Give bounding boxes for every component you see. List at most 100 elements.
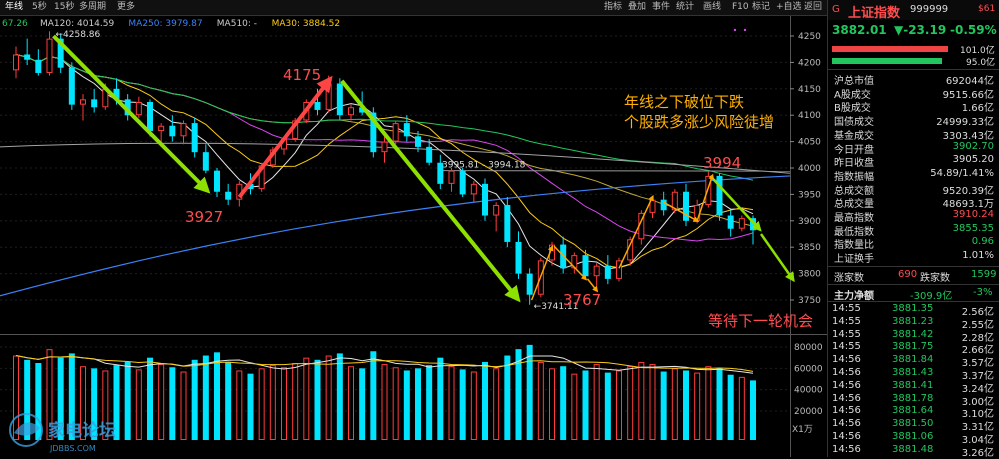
candle-body-up	[158, 125, 165, 132]
volume-bar-up	[571, 373, 578, 440]
volume-bar-up	[158, 364, 165, 441]
range-label: 3995.81 - 3994.18	[442, 161, 526, 171]
chart-panel[interactable]: 年线 5秒 15秒 多周期 更多 指标 叠加 事件 统计 画线 F10 标记 +…	[0, 0, 827, 457]
stat-row: 指数量比 0.96	[828, 236, 999, 251]
volume-bar-up	[638, 361, 645, 440]
volume-axis-label: 40000	[794, 386, 823, 396]
candle-body-up	[470, 183, 477, 195]
tick-row: 14:55 3881.23 2.55亿	[828, 315, 999, 331]
volume-bar-up	[448, 366, 455, 441]
volume-bar-down	[750, 380, 756, 440]
stat-row: 总成交量 48693.1万	[828, 195, 999, 210]
stat-value: 3902.70	[952, 140, 994, 152]
candle-body-down	[314, 102, 321, 110]
candle-body-up	[448, 170, 455, 184]
ma-legend-item: MA510: -	[217, 19, 257, 29]
candle-body-up	[135, 102, 142, 116]
volume-bar-down	[314, 359, 321, 440]
candle-body-down	[336, 83, 343, 116]
tick-time: 14:55	[832, 328, 861, 340]
stat-value: 3855.35	[952, 222, 994, 234]
volume-bar-down	[370, 351, 377, 440]
index-name: 上证指数	[848, 6, 901, 21]
candle-body-up	[180, 123, 187, 137]
volume-bar-up	[616, 370, 622, 441]
price-axis-label: 3750	[798, 296, 821, 306]
tick-price: 3881.78	[892, 392, 934, 404]
flag-badge: G	[832, 4, 840, 15]
price-axis-label: 3950	[798, 190, 821, 200]
volume-bar-up	[281, 367, 287, 440]
fund-flow-pct: -3%	[973, 287, 993, 298]
volume-bar-down	[604, 372, 611, 440]
candle-body-down	[459, 170, 466, 195]
volume-bar-down	[359, 368, 366, 440]
volume-bar-up	[180, 371, 187, 440]
candle-body-down	[727, 215, 734, 229]
candle-body-down	[225, 191, 232, 200]
comment-risk-rising: 个股跌多涨少风险徒增	[624, 113, 774, 131]
price-axis-label: 4100	[798, 111, 821, 121]
volume-bar-down	[147, 357, 153, 440]
quote-title-bar: G 上证指数 999999 $61	[828, 0, 999, 21]
candle-body-up	[593, 265, 600, 277]
index-code: 999999	[910, 4, 949, 15]
candle-body-up	[694, 204, 701, 221]
volume-axis-label: 60000	[794, 364, 823, 374]
candlestick-chart[interactable]: 67.26 MA120: 4014.59 MA250: 3979.87 MA510: …	[0, 0, 827, 457]
candle-body-up	[381, 141, 388, 153]
volume-bar-up	[738, 376, 745, 441]
candle-body-down	[24, 54, 31, 60]
candle-body-up	[46, 38, 53, 73]
tick-time: 14:56	[832, 431, 861, 442]
tick-price: 3881.23	[892, 315, 934, 327]
volume-bar-up	[671, 368, 678, 441]
volume-bar-up	[537, 361, 544, 440]
volume-bar-down	[459, 369, 466, 440]
volume-bar-down	[202, 355, 209, 440]
tick-row: 14:56 3881.78 3.00亿	[828, 392, 999, 408]
candle-body-down	[91, 99, 98, 108]
fund-flow-label: 主力净额	[834, 291, 874, 302]
candle-body-down	[35, 59, 42, 73]
volume-axis-label: 20000	[794, 407, 823, 417]
volume-bar-up	[258, 368, 265, 441]
watermark-subtext: JDBBS.COM	[49, 444, 96, 453]
tick-price: 3881.41	[892, 379, 934, 391]
candle-body-up	[348, 107, 354, 116]
event-dot	[733, 28, 737, 32]
volume-bar-up	[269, 365, 276, 440]
tick-time: 14:55	[832, 315, 861, 327]
volume-bar-down	[169, 367, 176, 440]
annotation-3994: 3994	[703, 154, 741, 172]
stat-row: 昨日收盘 3905.20	[828, 154, 999, 169]
candle-body-up	[80, 99, 86, 105]
up-count-value: 690	[898, 269, 918, 280]
small-arrow-down	[586, 278, 599, 293]
volume-bar-up	[493, 368, 500, 441]
tick-time: 14:56	[832, 418, 861, 430]
annotation-4175: 4175	[283, 66, 321, 84]
stat-row: 上证换手 1.01%	[828, 250, 999, 266]
volume-bar-up	[549, 368, 555, 441]
trend-arrow-down	[340, 79, 521, 303]
tick-row: 14:56 3881.41 3.24亿	[828, 379, 999, 395]
volume-bar-down	[214, 352, 220, 440]
watermark-text: 家电论坛	[48, 420, 116, 441]
stat-label: 上证换手	[834, 254, 874, 266]
ma250-line	[0, 175, 791, 297]
volume-bar-down	[415, 368, 421, 440]
tick-row: 14:56 3881.43 3.37亿	[828, 367, 999, 382]
volume-bar-down	[426, 365, 433, 440]
volume-bar-down	[482, 361, 488, 440]
volume-bar-up	[694, 372, 701, 441]
trend-arrow-down	[759, 233, 795, 283]
candle-body-down	[426, 146, 433, 163]
price-axis-label: 4150	[798, 85, 821, 95]
down-count-label: 跌家数	[920, 273, 950, 284]
volume-bar-up	[649, 364, 656, 441]
tick-row: 14:55 3881.35 2.56亿	[828, 303, 999, 318]
stat-row: 指数振幅 54.89/1.41%	[828, 168, 999, 183]
tick-time: 14:55	[832, 341, 861, 353]
up-count-label: 涨家数	[834, 273, 864, 284]
